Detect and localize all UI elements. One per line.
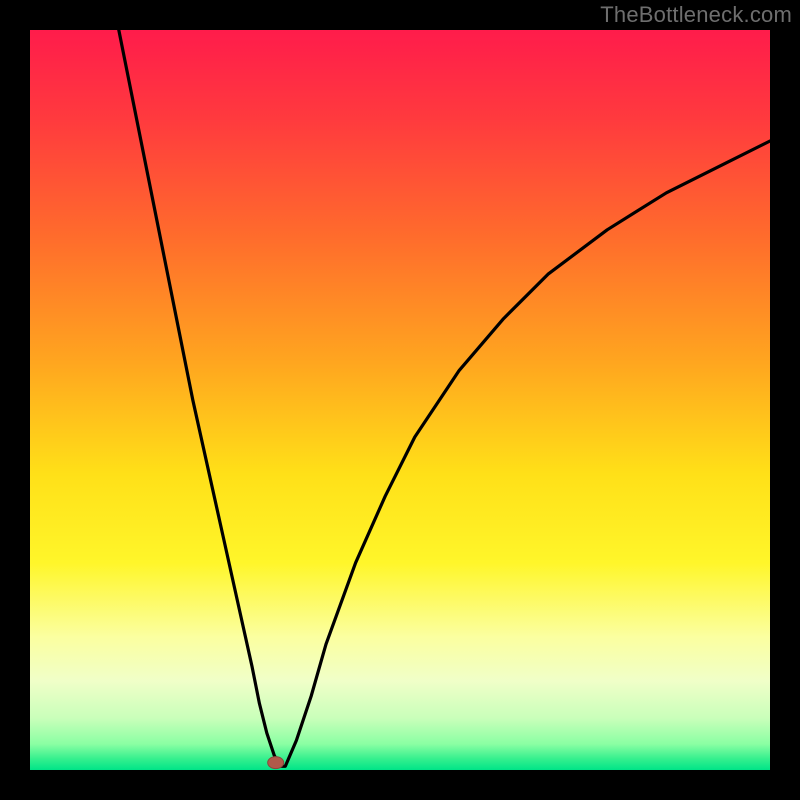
page-root: TheBottleneck.com — [0, 0, 800, 800]
bottleneck-chart — [30, 30, 770, 770]
chart-frame — [30, 30, 770, 770]
optimal-point-marker — [268, 757, 284, 769]
watermark-text: TheBottleneck.com — [600, 2, 792, 28]
